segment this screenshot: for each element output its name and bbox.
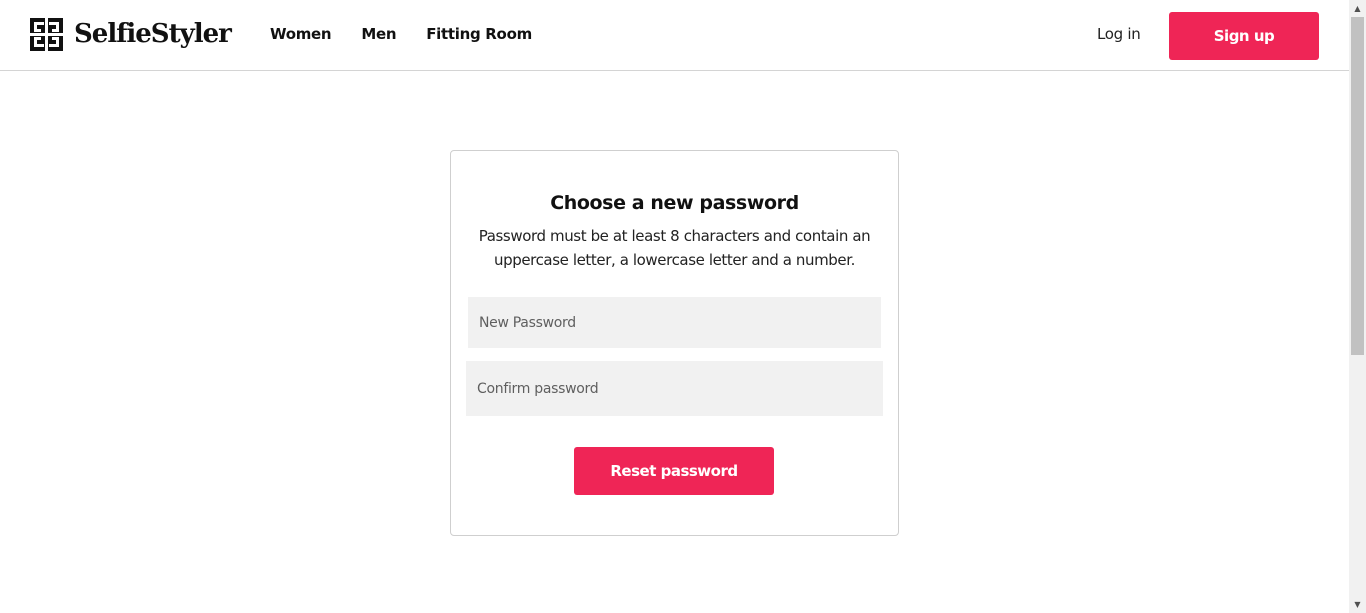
brand-name: SelfieStyler — [74, 19, 232, 49]
vertical-scrollbar[interactable]: ▲ ▼ — [1349, 0, 1366, 613]
top-header: SelfieStyler Women Men Fitting Room Log … — [0, 0, 1349, 71]
selfiestyler-logo-icon — [30, 17, 63, 51]
reset-password-title: Choose a new password — [550, 192, 799, 214]
arrow-down-icon[interactable]: ▼ — [1349, 596, 1366, 613]
reset-password-button[interactable]: Reset password — [574, 447, 774, 495]
signup-button[interactable]: Sign up — [1169, 12, 1319, 60]
new-password-field[interactable] — [468, 297, 881, 348]
login-link[interactable]: Log in — [1097, 25, 1141, 43]
scrollbar-thumb[interactable] — [1351, 17, 1364, 355]
main-nav: Women Men Fitting Room — [270, 25, 562, 43]
page: SelfieStyler Women Men Fitting Room Log … — [0, 0, 1366, 613]
nav-item-men[interactable]: Men — [361, 25, 396, 43]
brand-logo[interactable]: SelfieStyler — [30, 17, 232, 51]
nav-item-women[interactable]: Women — [270, 25, 332, 43]
password-requirements-text: Password must be at least 8 characters a… — [478, 227, 871, 269]
confirm-password-field[interactable] — [466, 361, 883, 416]
arrow-up-icon[interactable]: ▲ — [1349, 0, 1366, 17]
nav-item-fitting-room[interactable]: Fitting Room — [426, 25, 532, 43]
reset-password-card: Choose a new password Password must be a… — [450, 150, 899, 536]
